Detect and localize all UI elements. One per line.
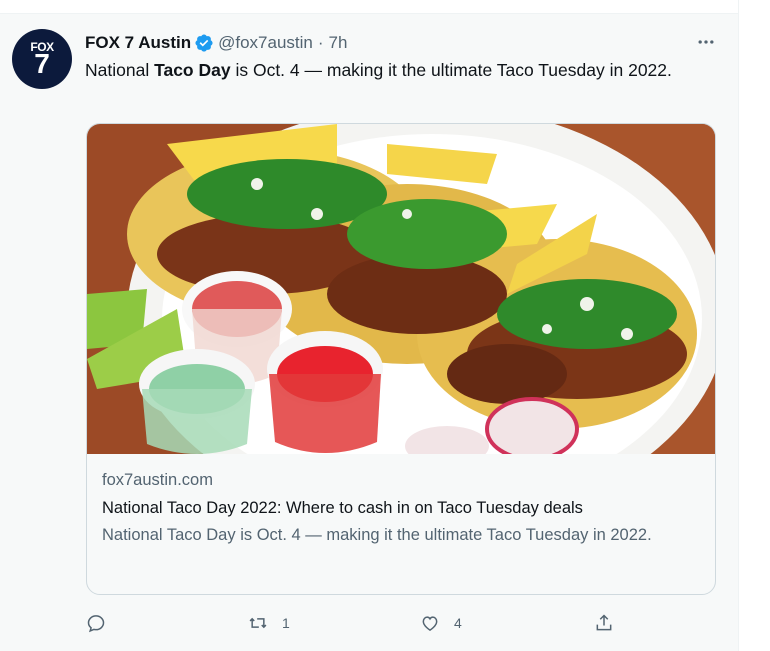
retweet-count: 1: [282, 615, 290, 631]
like-count: 4: [454, 615, 462, 631]
reply-icon: [87, 615, 105, 633]
timestamp[interactable]: 7h: [329, 33, 348, 53]
link-card[interactable]: fox7austin.com National Taco Day 2022: W…: [86, 123, 716, 595]
user-handle[interactable]: @fox7austin: [218, 33, 313, 53]
card-headline[interactable]: National Taco Day 2022: Where to cash in…: [102, 495, 702, 521]
retweet-button[interactable]: 1: [248, 611, 290, 635]
reply-button[interactable]: [86, 611, 106, 635]
tweet-text-part: National: [85, 60, 155, 80]
avatar[interactable]: FOX 7: [12, 29, 72, 89]
share-icon: [596, 614, 612, 631]
more-options-button[interactable]: [691, 32, 721, 52]
tweet-article[interactable]: FOX 7 FOX 7 Austin @fox7austin · 7h Nati…: [0, 13, 738, 651]
like-button[interactable]: 4: [420, 611, 462, 635]
display-name[interactable]: FOX 7 Austin: [85, 33, 191, 53]
tweet-text-bold: Taco Day: [154, 60, 231, 80]
share-button[interactable]: [594, 611, 614, 635]
more-icon: [698, 40, 714, 44]
tweet-header: FOX 7 Austin @fox7austin · 7h: [85, 31, 347, 55]
card-info: fox7austin.com National Taco Day 2022: W…: [102, 469, 702, 547]
card-image[interactable]: [87, 124, 716, 454]
heart-icon: [422, 616, 438, 631]
tweet-text-part: is Oct. 4 — making it the ultimate Taco …: [230, 60, 672, 80]
retweet-icon: [249, 617, 267, 629]
card-description: National Taco Day is Oct. 4 — making it …: [102, 526, 652, 544]
tweet-actions: 1 4: [86, 611, 726, 635]
separator-dot: ·: [317, 33, 324, 52]
tweet-text: National Taco Day is Oct. 4 — making it …: [85, 58, 705, 82]
timeline-border: [738, 0, 739, 651]
card-domain: fox7austin.com: [102, 471, 213, 489]
avatar-logo-seven: 7: [34, 48, 50, 79]
verified-badge-icon: [194, 33, 214, 53]
